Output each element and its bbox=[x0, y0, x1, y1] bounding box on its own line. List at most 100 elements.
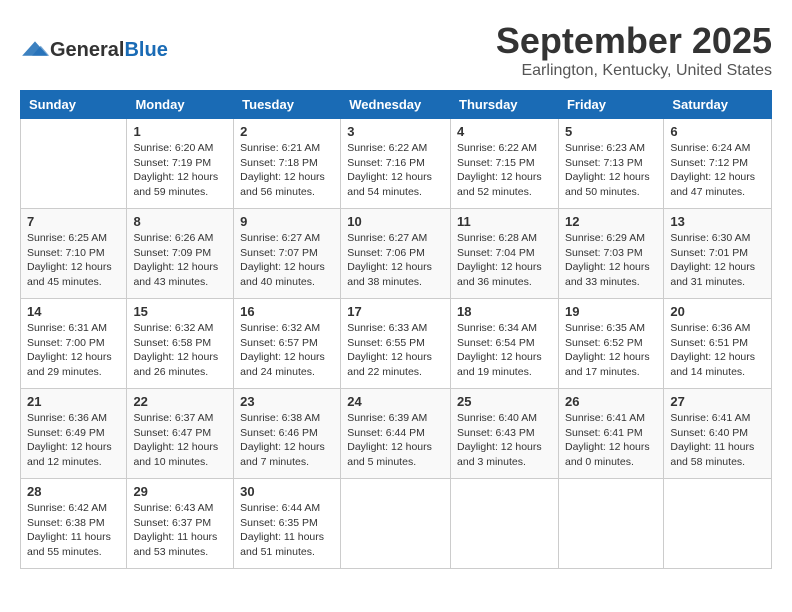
location-title: Earlington, Kentucky, United States bbox=[496, 62, 772, 80]
calendar-cell: 23 Sunrise: 6:38 AM Sunset: 6:46 PM Dayli… bbox=[234, 389, 341, 479]
day-number: 4 bbox=[457, 124, 552, 139]
day-info: Sunrise: 6:22 AM Sunset: 7:16 PM Dayligh… bbox=[347, 141, 444, 200]
day-number: 28 bbox=[27, 484, 120, 499]
day-info: Sunrise: 6:39 AM Sunset: 6:44 PM Dayligh… bbox=[347, 411, 444, 470]
logo: General Blue bbox=[20, 39, 168, 62]
column-header-tuesday: Tuesday bbox=[234, 91, 341, 119]
day-info: Sunrise: 6:30 AM Sunset: 7:01 PM Dayligh… bbox=[670, 231, 765, 290]
calendar-week-0: 1 Sunrise: 6:20 AM Sunset: 7:19 PM Daylig… bbox=[21, 119, 772, 209]
calendar-cell bbox=[451, 479, 559, 569]
day-info: Sunrise: 6:26 AM Sunset: 7:09 PM Dayligh… bbox=[133, 231, 227, 290]
day-info: Sunrise: 6:33 AM Sunset: 6:55 PM Dayligh… bbox=[347, 321, 444, 380]
day-number: 13 bbox=[670, 214, 765, 229]
calendar-cell: 13 Sunrise: 6:30 AM Sunset: 7:01 PM Dayli… bbox=[664, 209, 772, 299]
day-number: 16 bbox=[240, 304, 334, 319]
day-info: Sunrise: 6:25 AM Sunset: 7:10 PM Dayligh… bbox=[27, 231, 120, 290]
calendar-cell: 17 Sunrise: 6:33 AM Sunset: 6:55 PM Dayli… bbox=[341, 299, 451, 389]
calendar-cell: 1 Sunrise: 6:20 AM Sunset: 7:19 PM Daylig… bbox=[127, 119, 234, 209]
day-info: Sunrise: 6:21 AM Sunset: 7:18 PM Dayligh… bbox=[240, 141, 334, 200]
day-number: 5 bbox=[565, 124, 657, 139]
calendar-cell: 9 Sunrise: 6:27 AM Sunset: 7:07 PM Daylig… bbox=[234, 209, 341, 299]
title-area: September 2025 Earlington, Kentucky, Uni… bbox=[496, 20, 772, 80]
calendar-cell: 14 Sunrise: 6:31 AM Sunset: 7:00 PM Dayli… bbox=[21, 299, 127, 389]
calendar-cell: 20 Sunrise: 6:36 AM Sunset: 6:51 PM Dayli… bbox=[664, 299, 772, 389]
day-info: Sunrise: 6:28 AM Sunset: 7:04 PM Dayligh… bbox=[457, 231, 552, 290]
calendar-week-4: 28Sunrise: 6:42 AM Sunset: 6:38 PM Dayli… bbox=[21, 479, 772, 569]
day-info: Sunrise: 6:20 AM Sunset: 7:19 PM Dayligh… bbox=[133, 141, 227, 200]
day-info: Sunrise: 6:27 AM Sunset: 7:07 PM Dayligh… bbox=[240, 231, 334, 290]
day-info: Sunrise: 6:41 AM Sunset: 6:41 PM Dayligh… bbox=[565, 411, 657, 470]
column-header-monday: Monday bbox=[127, 91, 234, 119]
calendar-cell: 28Sunrise: 6:42 AM Sunset: 6:38 PM Dayli… bbox=[21, 479, 127, 569]
column-header-thursday: Thursday bbox=[451, 91, 559, 119]
day-number: 27 bbox=[670, 394, 765, 409]
day-info: Sunrise: 6:35 AM Sunset: 6:52 PM Dayligh… bbox=[565, 321, 657, 380]
day-info: Sunrise: 6:31 AM Sunset: 7:00 PM Dayligh… bbox=[27, 321, 120, 380]
calendar-cell: 21 Sunrise: 6:36 AM Sunset: 6:49 PM Dayli… bbox=[21, 389, 127, 479]
calendar-cell: 4 Sunrise: 6:22 AM Sunset: 7:15 PM Daylig… bbox=[451, 119, 559, 209]
day-info: Sunrise: 6:32 AM Sunset: 6:57 PM Dayligh… bbox=[240, 321, 334, 380]
calendar-cell: 5 Sunrise: 6:23 AM Sunset: 7:13 PM Daylig… bbox=[558, 119, 663, 209]
day-info: Sunrise: 6:37 AM Sunset: 6:47 PM Dayligh… bbox=[133, 411, 227, 470]
calendar-cell: 11 Sunrise: 6:28 AM Sunset: 7:04 PM Dayli… bbox=[451, 209, 559, 299]
calendar-cell: 19 Sunrise: 6:35 AM Sunset: 6:52 PM Dayli… bbox=[558, 299, 663, 389]
calendar-wrapper: SundayMondayTuesdayWednesdayThursdayFrid… bbox=[10, 85, 782, 579]
day-number: 23 bbox=[240, 394, 334, 409]
day-number: 26 bbox=[565, 394, 657, 409]
column-header-saturday: Saturday bbox=[664, 91, 772, 119]
day-number: 30 bbox=[240, 484, 334, 499]
calendar-header-row: SundayMondayTuesdayWednesdayThursdayFrid… bbox=[21, 91, 772, 119]
calendar-cell: 25Sunrise: 6:40 AM Sunset: 6:43 PM Dayli… bbox=[451, 389, 559, 479]
day-info: Sunrise: 6:22 AM Sunset: 7:15 PM Dayligh… bbox=[457, 141, 552, 200]
day-number: 24 bbox=[347, 394, 444, 409]
day-info: Sunrise: 6:38 AM Sunset: 6:46 PM Dayligh… bbox=[240, 411, 334, 470]
calendar-cell: 2Sunrise: 6:21 AM Sunset: 7:18 PM Daylig… bbox=[234, 119, 341, 209]
day-number: 7 bbox=[27, 214, 120, 229]
day-number: 8 bbox=[133, 214, 227, 229]
day-number: 20 bbox=[670, 304, 765, 319]
day-number: 11 bbox=[457, 214, 552, 229]
day-number: 19 bbox=[565, 304, 657, 319]
logo-general: General bbox=[50, 39, 124, 62]
day-number: 1 bbox=[133, 124, 227, 139]
day-info: Sunrise: 6:23 AM Sunset: 7:13 PM Dayligh… bbox=[565, 141, 657, 200]
calendar-cell bbox=[664, 479, 772, 569]
calendar-cell: 24 Sunrise: 6:39 AM Sunset: 6:44 PM Dayli… bbox=[341, 389, 451, 479]
logo-icon bbox=[20, 40, 50, 60]
header: General Blue September 2025 Earlington, … bbox=[10, 10, 782, 85]
day-info: Sunrise: 6:32 AM Sunset: 6:58 PM Dayligh… bbox=[133, 321, 227, 380]
calendar-cell bbox=[341, 479, 451, 569]
day-info: Sunrise: 6:41 AM Sunset: 6:40 PM Dayligh… bbox=[670, 411, 765, 470]
column-header-wednesday: Wednesday bbox=[341, 91, 451, 119]
calendar-cell bbox=[21, 119, 127, 209]
calendar-cell: 16 Sunrise: 6:32 AM Sunset: 6:57 PM Dayli… bbox=[234, 299, 341, 389]
day-number: 21 bbox=[27, 394, 120, 409]
day-number: 22 bbox=[133, 394, 227, 409]
day-info: Sunrise: 6:36 AM Sunset: 6:51 PM Dayligh… bbox=[670, 321, 765, 380]
calendar-cell: 29Sunrise: 6:43 AM Sunset: 6:37 PM Dayli… bbox=[127, 479, 234, 569]
day-info: Sunrise: 6:34 AM Sunset: 6:54 PM Dayligh… bbox=[457, 321, 552, 380]
calendar-cell: 6Sunrise: 6:24 AM Sunset: 7:12 PM Daylig… bbox=[664, 119, 772, 209]
day-number: 12 bbox=[565, 214, 657, 229]
calendar-cell: 26 Sunrise: 6:41 AM Sunset: 6:41 PM Dayli… bbox=[558, 389, 663, 479]
day-number: 9 bbox=[240, 214, 334, 229]
day-info: Sunrise: 6:27 AM Sunset: 7:06 PM Dayligh… bbox=[347, 231, 444, 290]
calendar-table: SundayMondayTuesdayWednesdayThursdayFrid… bbox=[20, 90, 772, 569]
calendar-cell: 30Sunrise: 6:44 AM Sunset: 6:35 PM Dayli… bbox=[234, 479, 341, 569]
day-info: Sunrise: 6:36 AM Sunset: 6:49 PM Dayligh… bbox=[27, 411, 120, 470]
day-number: 10 bbox=[347, 214, 444, 229]
month-title: September 2025 bbox=[496, 20, 772, 62]
calendar-week-1: 7 Sunrise: 6:25 AM Sunset: 7:10 PM Daylig… bbox=[21, 209, 772, 299]
day-info: Sunrise: 6:29 AM Sunset: 7:03 PM Dayligh… bbox=[565, 231, 657, 290]
calendar-cell: 8 Sunrise: 6:26 AM Sunset: 7:09 PM Daylig… bbox=[127, 209, 234, 299]
calendar-week-3: 21 Sunrise: 6:36 AM Sunset: 6:49 PM Dayli… bbox=[21, 389, 772, 479]
day-number: 14 bbox=[27, 304, 120, 319]
day-number: 6 bbox=[670, 124, 765, 139]
day-number: 17 bbox=[347, 304, 444, 319]
calendar-cell: 7 Sunrise: 6:25 AM Sunset: 7:10 PM Daylig… bbox=[21, 209, 127, 299]
day-number: 18 bbox=[457, 304, 552, 319]
calendar-cell: 12 Sunrise: 6:29 AM Sunset: 7:03 PM Dayli… bbox=[558, 209, 663, 299]
day-info: Sunrise: 6:40 AM Sunset: 6:43 PM Dayligh… bbox=[457, 411, 552, 470]
day-number: 29 bbox=[133, 484, 227, 499]
calendar-week-2: 14 Sunrise: 6:31 AM Sunset: 7:00 PM Dayli… bbox=[21, 299, 772, 389]
